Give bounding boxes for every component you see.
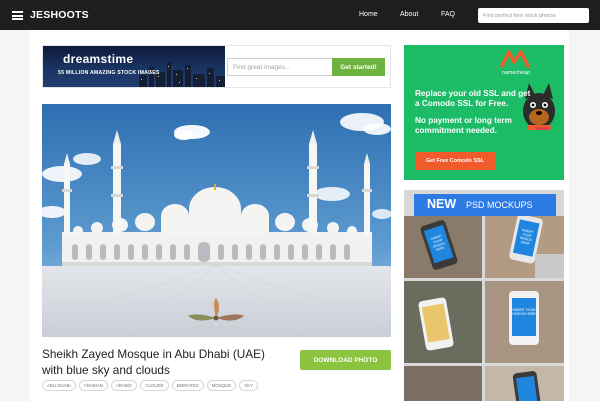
tag[interactable]: ARABIC xyxy=(110,380,138,391)
get-free-ssl-button[interactable]: Get Free Comodo SSL xyxy=(415,152,495,170)
namecheap-headline: Replace your old SSL and get a Comodo SS… xyxy=(415,89,531,108)
get-started-button[interactable]: Get started! xyxy=(332,58,385,76)
mockup-photo: INSERT YOUR DESIGN HERE xyxy=(485,281,564,363)
psd-mockups-ad[interactable]: INSERT YOUR DESIGN HERE INSERT YOUR DESI… xyxy=(404,190,564,401)
psd-title: PSD MOCKUPS xyxy=(466,200,533,210)
dreamstime-logo: dreamstime xyxy=(63,52,134,66)
nav-about[interactable]: About xyxy=(400,11,418,18)
search-input[interactable] xyxy=(478,8,589,23)
mockup-photo xyxy=(485,366,564,401)
psd-new-label: NEW xyxy=(427,197,457,211)
nav-faq[interactable]: FAQ xyxy=(441,11,455,18)
namecheap-subline: No payment or long term commitment neede… xyxy=(415,116,512,135)
tag[interactable]: SKY xyxy=(239,380,259,391)
namecheap-logo-text: namecheap xyxy=(502,70,531,76)
mosque-photo[interactable] xyxy=(42,104,391,337)
tag[interactable]: ARABIAN xyxy=(78,380,108,391)
nav-home[interactable]: Home xyxy=(359,11,378,18)
mockup-photo xyxy=(404,281,482,363)
mockup-photo: INSERT YOUR DESIGN HERE xyxy=(485,216,564,278)
download-photo-button[interactable]: DOWNLOAD PHOTO xyxy=(300,350,391,370)
namecheap-ad[interactable]: namecheap Replace your old SSL and get a… xyxy=(404,45,564,180)
tag[interactable]: CLOUDS xyxy=(140,380,169,391)
tag[interactable]: EMIRATES xyxy=(171,380,204,391)
mockup-photo: INSERT YOUR DESIGN HERE xyxy=(404,216,482,278)
namecheap-logo-icon xyxy=(500,50,530,68)
dreamstime-search-input[interactable] xyxy=(227,58,333,76)
top-nav-bar: JESHOOTS Home About FAQ xyxy=(0,0,600,30)
tag[interactable]: MOSQUE xyxy=(206,380,237,391)
mockup-photo xyxy=(404,366,482,401)
tag-list: ABU DHABI ARABIAN ARABIC CLOUDS EMIRATES… xyxy=(42,380,259,392)
photo-title: Sheikh Zayed Mosque in Abu Dhabi (UAE) w… xyxy=(42,347,265,377)
tag[interactable]: ABU DHABI xyxy=(42,380,76,391)
site-logo[interactable]: JESHOOTS xyxy=(30,9,89,21)
menu-icon[interactable] xyxy=(12,11,23,20)
dreamstime-tagline: 55 MILLION AMAZING STOCK IMAGES xyxy=(58,70,160,76)
